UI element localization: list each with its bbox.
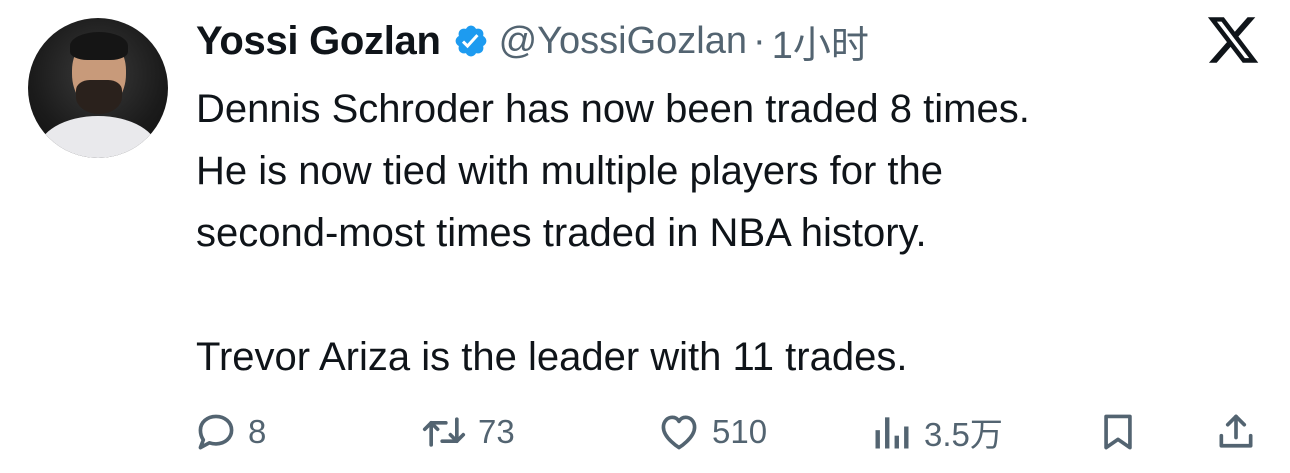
tweet-text: Dennis Schroder has now been traded 8 ti… (196, 78, 1256, 388)
views-button[interactable]: 3.5万 (870, 404, 1003, 460)
retweet-icon (420, 410, 468, 454)
bookmark-icon (1096, 410, 1140, 454)
tweet-text-line: Trevor Ariza is the leader with 11 trade… (196, 335, 908, 379)
heart-icon (656, 410, 702, 454)
tweet-text-line: He is now tied with multiple players for… (196, 149, 943, 193)
tweet-text-line: Dennis Schroder has now been traded 8 ti… (196, 87, 1030, 131)
share-button[interactable] (1214, 404, 1258, 460)
verified-badge-icon (453, 23, 489, 59)
views-icon (870, 410, 914, 454)
author-display-name[interactable]: Yossi Gozlan (196, 19, 441, 64)
action-bar: 8 73 510 3.5万 (194, 404, 1274, 460)
reply-icon (194, 410, 238, 454)
avatar[interactable] (28, 18, 168, 158)
author-handle[interactable]: @YossiGozlan (499, 20, 747, 63)
reply-count: 8 (248, 413, 267, 450)
tweet-header: Yossi Gozlan @YossiGozlan · 1小时 (196, 14, 869, 68)
tweet-timestamp[interactable]: 1小时 (772, 14, 869, 69)
tweet-text-line: second-most times traded in NBA history. (196, 211, 927, 255)
like-button[interactable]: 510 (656, 404, 767, 460)
header-separator: · (753, 19, 766, 62)
tweet-card: Yossi Gozlan @YossiGozlan · 1小时 Dennis S… (0, 0, 1290, 473)
share-icon (1214, 410, 1258, 454)
like-count: 510 (712, 413, 768, 450)
bookmark-button[interactable] (1096, 404, 1140, 460)
x-logo-icon[interactable] (1205, 12, 1261, 68)
retweet-button[interactable]: 73 (420, 404, 515, 460)
reply-button[interactable]: 8 (194, 404, 266, 460)
retweet-count: 73 (478, 413, 515, 450)
views-count: 3.5万 (924, 416, 1003, 453)
